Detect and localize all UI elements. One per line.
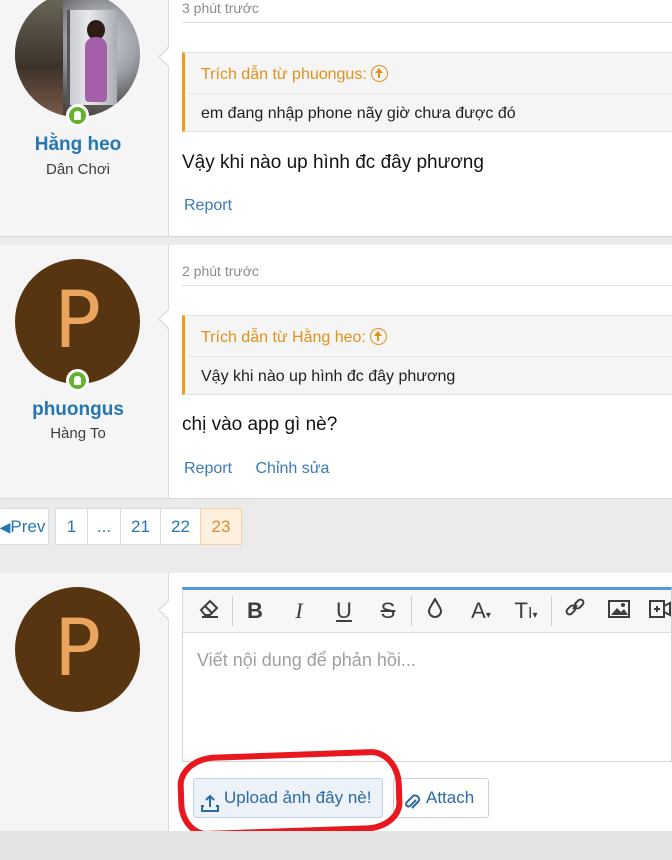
divider: [182, 22, 672, 23]
reply-editor[interactable]: B I U S A▾ TI▾ Viết nội dung để phản hồi…: [182, 587, 672, 762]
image-icon[interactable]: [603, 590, 635, 632]
post-arrow: [158, 308, 170, 330]
user-title: Dân Chơi: [45, 161, 111, 178]
post-arrow: [158, 46, 170, 68]
editor-toolbar: B I U S A▾ TI▾: [183, 590, 671, 633]
divider: [232, 596, 233, 626]
attach-button[interactable]: Attach: [393, 778, 489, 818]
attach-label: Attach: [426, 788, 475, 807]
online-status-icon: [66, 369, 89, 392]
underline-icon[interactable]: U: [328, 590, 360, 632]
post-message: Vậy khi nào up hình đc đây phương: [182, 152, 484, 173]
post-user-panel: P phuongus Hàng To: [0, 245, 169, 498]
post-hang-heo: Hằng heo Dân Chơi 3 phút trước Trích dẫn…: [0, 0, 672, 237]
reply-placeholder[interactable]: Viết nội dung để phản hồi...: [197, 650, 416, 671]
post-actions: Report Chỉnh sửa: [184, 460, 348, 478]
quote-header-text: Trích dẫn từ Hằng heo:: [201, 329, 366, 346]
quote-text: em đang nhập phone nãy giờ chưa được đó: [201, 105, 516, 122]
eraser-icon[interactable]: [191, 590, 227, 632]
quote-block: Trích dẫn từ Hằng heo: Vậy khi nào up hì…: [182, 315, 672, 395]
page-link-22[interactable]: 22: [160, 508, 201, 545]
chevron-left-icon: ◀: [0, 519, 11, 535]
report-link[interactable]: Report: [184, 460, 232, 477]
page-footer-bar: [0, 831, 672, 860]
red-annotation-circle: [176, 748, 404, 838]
quote-text: Vậy khi nào up hình đc đây phương: [201, 368, 456, 385]
quote-block: Trích dẫn từ phuongus: em đang nhập phon…: [182, 52, 672, 132]
page-link-1[interactable]: 1: [55, 508, 88, 545]
link-icon[interactable]: [559, 590, 591, 632]
arrow-up-circle-icon[interactable]: [370, 65, 388, 82]
avatar[interactable]: P: [15, 259, 140, 384]
color-drop-icon[interactable]: [421, 590, 449, 632]
page-ellipsis[interactable]: ...: [87, 508, 121, 545]
edit-link[interactable]: Chỉnh sửa: [255, 460, 329, 477]
divider: [188, 356, 672, 357]
pagination: ◀Prev 1 ... 21 22 23: [0, 499, 672, 559]
post-phuongus: P phuongus Hàng To 2 phút trước Trích dẫ…: [0, 245, 672, 499]
username[interactable]: phuongus: [0, 399, 156, 421]
post-user-panel: P: [0, 573, 169, 831]
post-time[interactable]: 3 phút trước: [182, 0, 259, 16]
username[interactable]: Hằng heo: [0, 134, 156, 156]
report-link[interactable]: Report: [184, 197, 232, 214]
post-user-panel: Hằng heo Dân Chơi: [0, 0, 169, 236]
post-message: chị vào app gì nè?: [182, 414, 338, 435]
text-size-icon[interactable]: TI▾: [505, 590, 547, 632]
arrow-up-circle-icon[interactable]: [369, 328, 387, 345]
paperclip-icon: [403, 788, 421, 826]
divider: [188, 93, 672, 94]
post-actions: Report: [184, 197, 251, 215]
divider: [551, 596, 552, 626]
post-arrow: [158, 599, 170, 621]
strikethrough-icon[interactable]: S: [372, 590, 404, 632]
media-icon[interactable]: [645, 590, 672, 632]
bold-icon[interactable]: B: [239, 590, 271, 632]
quote-header[interactable]: Trích dẫn từ Hằng heo:: [201, 328, 387, 347]
divider: [411, 596, 412, 626]
page-link-current[interactable]: 23: [200, 508, 242, 545]
online-status-icon: [66, 104, 89, 127]
quote-header-text: Trích dẫn từ phuongus:: [201, 66, 367, 83]
italic-icon[interactable]: I: [283, 590, 315, 632]
page-link-21[interactable]: 21: [120, 508, 161, 545]
post-time[interactable]: 2 phút trước: [182, 263, 259, 279]
prev-button[interactable]: ◀Prev: [0, 508, 49, 545]
user-title: Hàng To: [50, 425, 106, 442]
avatar[interactable]: P: [15, 587, 140, 712]
prev-label: Prev: [10, 517, 46, 536]
font-color-icon[interactable]: A▾: [461, 590, 501, 632]
avatar[interactable]: [15, 0, 140, 117]
divider: [182, 285, 672, 286]
quote-header[interactable]: Trích dẫn từ phuongus:: [201, 65, 388, 84]
